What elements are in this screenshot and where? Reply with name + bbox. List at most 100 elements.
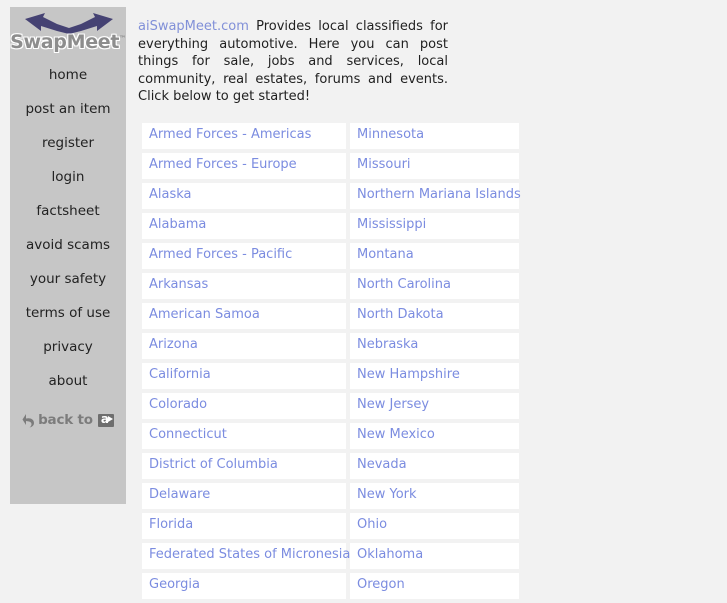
location-link[interactable]: Arkansas	[149, 277, 346, 293]
location-link[interactable]: New Jersey	[357, 397, 519, 413]
back-arrow-icon	[22, 413, 35, 427]
location-cell: Delaware	[142, 482, 346, 509]
location-cell: Oklahoma	[350, 542, 519, 569]
location-link[interactable]: Oklahoma	[357, 547, 519, 563]
location-link[interactable]: Minnesota	[357, 127, 519, 143]
sidebar-item-about[interactable]: about	[10, 364, 126, 398]
location-link[interactable]: Nevada	[357, 457, 519, 473]
logo-wordmark-text: SwapMeet	[10, 31, 120, 53]
ai-mini-logo-icon	[97, 413, 114, 427]
table-row: Federated States of Micronesia Oklahoma	[142, 542, 519, 569]
locations-table: Armed Forces - Americas Minnesota Armed Fo…	[138, 119, 523, 603]
site-logo[interactable]: SwapMeet™	[10, 7, 126, 55]
location-link[interactable]: District of Columbia	[149, 457, 346, 473]
sidebar-item-terms-of-use[interactable]: terms of use	[10, 296, 126, 330]
table-row: Arkansas North Carolina	[142, 272, 519, 299]
table-row: Connecticut New Mexico	[142, 422, 519, 449]
location-link[interactable]: Armed Forces - Americas	[149, 127, 346, 143]
sidebar-item-back-to[interactable]: back to	[10, 398, 126, 438]
location-cell: Nebraska	[350, 332, 519, 359]
location-cell: Arkansas	[142, 272, 346, 299]
location-link[interactable]: New Hampshire	[357, 367, 519, 383]
location-link[interactable]: Alabama	[149, 217, 346, 233]
location-link[interactable]: Montana	[357, 247, 519, 263]
location-cell: Connecticut	[142, 422, 346, 449]
location-cell: Nevada	[350, 452, 519, 479]
location-link[interactable]: Mississippi	[357, 217, 519, 233]
table-row: Armed Forces - Americas Minnesota	[142, 122, 519, 149]
location-cell: Armed Forces - Americas	[142, 122, 346, 149]
location-cell: Northern Mariana Islands	[350, 182, 521, 209]
location-cell: Armed Forces - Europe	[142, 152, 346, 179]
location-link[interactable]: Oregon	[357, 577, 519, 593]
location-cell: Alaska	[142, 182, 346, 209]
table-row: Arizona Nebraska	[142, 332, 519, 359]
location-link[interactable]: North Carolina	[357, 277, 519, 293]
location-link[interactable]: Colorado	[149, 397, 346, 413]
location-link[interactable]: Armed Forces - Europe	[149, 157, 346, 173]
location-link[interactable]: Armed Forces - Pacific	[149, 247, 346, 263]
sidebar: SwapMeet™ home post an item register log…	[10, 7, 126, 504]
location-link[interactable]: New York	[357, 487, 519, 503]
location-link[interactable]: Arizona	[149, 337, 346, 353]
location-link[interactable]: New Mexico	[357, 427, 519, 443]
location-cell: District of Columbia	[142, 452, 346, 479]
sidebar-item-your-safety[interactable]: your safety	[10, 262, 126, 296]
table-row: Armed Forces - Pacific Montana	[142, 242, 519, 269]
location-link[interactable]: Missouri	[357, 157, 519, 173]
intro-paragraph: aiSwapMeet.com Provides local classified…	[138, 18, 448, 106]
main-content: aiSwapMeet.com Provides local classified…	[138, 18, 521, 603]
location-cell: Armed Forces - Pacific	[142, 242, 346, 269]
table-row: American Samoa North Dakota	[142, 302, 519, 329]
location-cell: Mississippi	[350, 212, 519, 239]
location-cell: Ohio	[350, 512, 519, 539]
location-link[interactable]: California	[149, 367, 346, 383]
location-cell: Arizona	[142, 332, 346, 359]
sidebar-item-home[interactable]: home	[10, 55, 126, 92]
location-cell: Florida	[142, 512, 346, 539]
logo-wordmark: SwapMeet™	[10, 31, 126, 53]
sidebar-item-avoid-scams[interactable]: avoid scams	[10, 228, 126, 262]
sidebar-item-register[interactable]: register	[10, 126, 126, 160]
table-row: Colorado New Jersey	[142, 392, 519, 419]
location-cell: Colorado	[142, 392, 346, 419]
page-root: SwapMeet™ home post an item register log…	[0, 0, 727, 599]
location-link[interactable]: Federated States of Micronesia	[149, 547, 350, 563]
location-cell: Georgia	[142, 572, 346, 599]
trademark-symbol: ™	[119, 34, 126, 43]
table-row: California New Hampshire	[142, 362, 519, 389]
location-link[interactable]: Delaware	[149, 487, 346, 503]
location-cell: Alabama	[142, 212, 346, 239]
location-cell: American Samoa	[142, 302, 346, 329]
location-cell: California	[142, 362, 346, 389]
location-cell: New York	[350, 482, 519, 509]
location-cell: Oregon	[350, 572, 519, 599]
sidebar-item-factsheet[interactable]: factsheet	[10, 194, 126, 228]
back-to-label: back to	[38, 412, 93, 428]
table-row: District of Columbia Nevada	[142, 452, 519, 479]
location-link[interactable]: Ohio	[357, 517, 519, 533]
location-cell: Federated States of Micronesia	[142, 542, 350, 569]
table-row: Delaware New York	[142, 482, 519, 509]
site-name-link[interactable]: aiSwapMeet.com	[138, 19, 249, 34]
table-row: Georgia Oregon	[142, 572, 519, 599]
location-link[interactable]: Georgia	[149, 577, 346, 593]
sidebar-item-login[interactable]: login	[10, 160, 126, 194]
location-cell: New Hampshire	[350, 362, 519, 389]
location-link[interactable]: Florida	[149, 517, 346, 533]
location-cell: New Jersey	[350, 392, 519, 419]
table-row: Armed Forces - Europe Missouri	[142, 152, 519, 179]
location-link[interactable]: Northern Mariana Islands	[357, 187, 521, 203]
location-cell: Missouri	[350, 152, 519, 179]
location-cell: Montana	[350, 242, 519, 269]
sidebar-item-privacy[interactable]: privacy	[10, 330, 126, 364]
table-row: Florida Ohio	[142, 512, 519, 539]
location-link[interactable]: Connecticut	[149, 427, 346, 443]
location-link[interactable]: Nebraska	[357, 337, 519, 353]
sidebar-item-post-an-item[interactable]: post an item	[10, 92, 126, 126]
table-row: Alaska Northern Mariana Islands	[142, 182, 521, 209]
location-link[interactable]: American Samoa	[149, 307, 346, 323]
table-row: Alabama Mississippi	[142, 212, 519, 239]
location-link[interactable]: North Dakota	[357, 307, 519, 323]
location-link[interactable]: Alaska	[149, 187, 346, 203]
